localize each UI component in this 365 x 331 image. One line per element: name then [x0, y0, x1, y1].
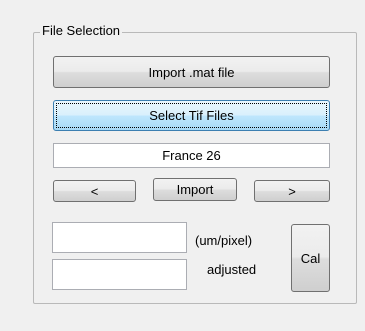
scale-input[interactable] — [52, 222, 187, 253]
next-button[interactable]: > — [254, 180, 330, 202]
select-tif-button[interactable]: Select Tif Files — [53, 100, 330, 131]
calibrate-button[interactable]: Cal — [291, 224, 330, 292]
previous-button[interactable]: < — [53, 180, 136, 202]
import-button[interactable]: Import — [153, 178, 237, 201]
scale-units-label: (um/pixel) — [195, 233, 253, 248]
select-tif-label: Select Tif Files — [56, 103, 327, 128]
adjusted-label: adjusted — [207, 262, 257, 277]
adjusted-input[interactable] — [52, 259, 187, 290]
file-name-field[interactable]: France 26 — [53, 143, 330, 168]
import-mat-button[interactable]: Import .mat file — [53, 56, 330, 88]
panel-title: File Selection — [40, 23, 123, 38]
